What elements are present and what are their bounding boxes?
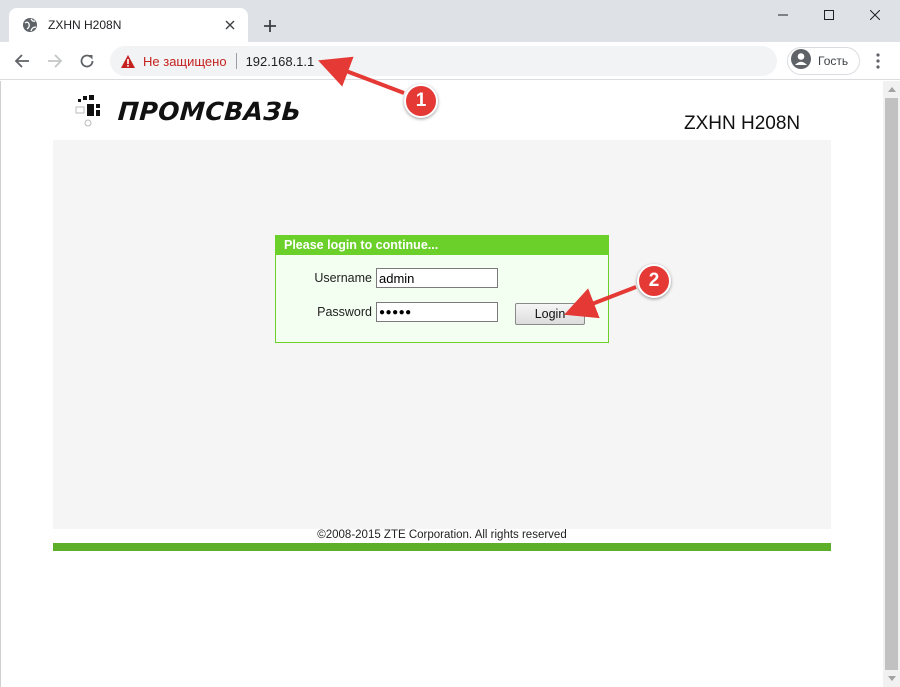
warning-icon[interactable] [121,54,135,68]
tab-close-icon[interactable] [220,15,240,35]
content-panel: Please login to continue... Username adm… [53,140,831,529]
username-input[interactable]: admin [376,268,498,288]
password-row: Password ●●●●● [276,302,498,322]
new-tab-plus-icon[interactable] [258,14,282,38]
title-bar: ZXHN H208N [0,0,900,42]
browser-toolbar: Не защищено 192.168.1.1 Гость [0,42,900,80]
annotation-badge-2: 2 [637,264,671,298]
reload-icon[interactable] [73,47,101,75]
minimize-icon[interactable] [760,0,806,30]
omnibox-separator [235,53,237,69]
model-title: ZXHN H208N [684,113,801,134]
guest-avatar-icon [791,48,811,74]
maximize-icon[interactable] [806,0,852,30]
password-label: Password [317,305,372,319]
address-bar[interactable]: Не защищено 192.168.1.1 [110,46,777,76]
forward-arrow-icon[interactable] [41,47,69,75]
tab-title: ZXHN H208N [48,18,122,32]
copyright-footer: ©2008-2015 ZTE Corporation. All rights r… [317,529,567,541]
url-text[interactable]: 192.168.1.1 [246,54,315,69]
page-viewport: ПРОМСВАЗЬ ZXHN H208N Please login to con… [1,81,883,687]
scroll-up-arrow-icon[interactable] [883,81,900,98]
kebab-menu-icon[interactable] [866,47,890,75]
password-input[interactable]: ●●●●● [376,302,498,322]
globe-icon [22,17,38,33]
logo-text: ПРОМСВАЗЬ [116,96,303,126]
annotation-badge-1: 1 [404,84,438,118]
browser-tab[interactable]: ZXHN H208N [9,8,248,42]
profile-label: Гость [818,54,849,68]
login-box: Please login to continue... Username adm… [275,235,609,343]
vertical-scrollbar[interactable] [883,81,900,687]
login-header: Please login to continue... [276,236,608,255]
brand-logo: ПРОМСВАЗЬ [74,93,303,129]
footer-green-bar [53,543,831,551]
username-row: Username admin [276,268,498,288]
back-arrow-icon[interactable] [8,47,36,75]
security-label[interactable]: Не защищено [143,54,227,69]
scroll-thumb[interactable] [885,98,898,670]
scroll-down-arrow-icon[interactable] [883,670,900,687]
logo-mark-icon [74,93,114,129]
window-close-icon[interactable] [852,0,898,30]
profile-button[interactable]: Гость [787,47,860,75]
login-button[interactable]: Login [515,303,585,325]
username-label: Username [314,271,372,285]
